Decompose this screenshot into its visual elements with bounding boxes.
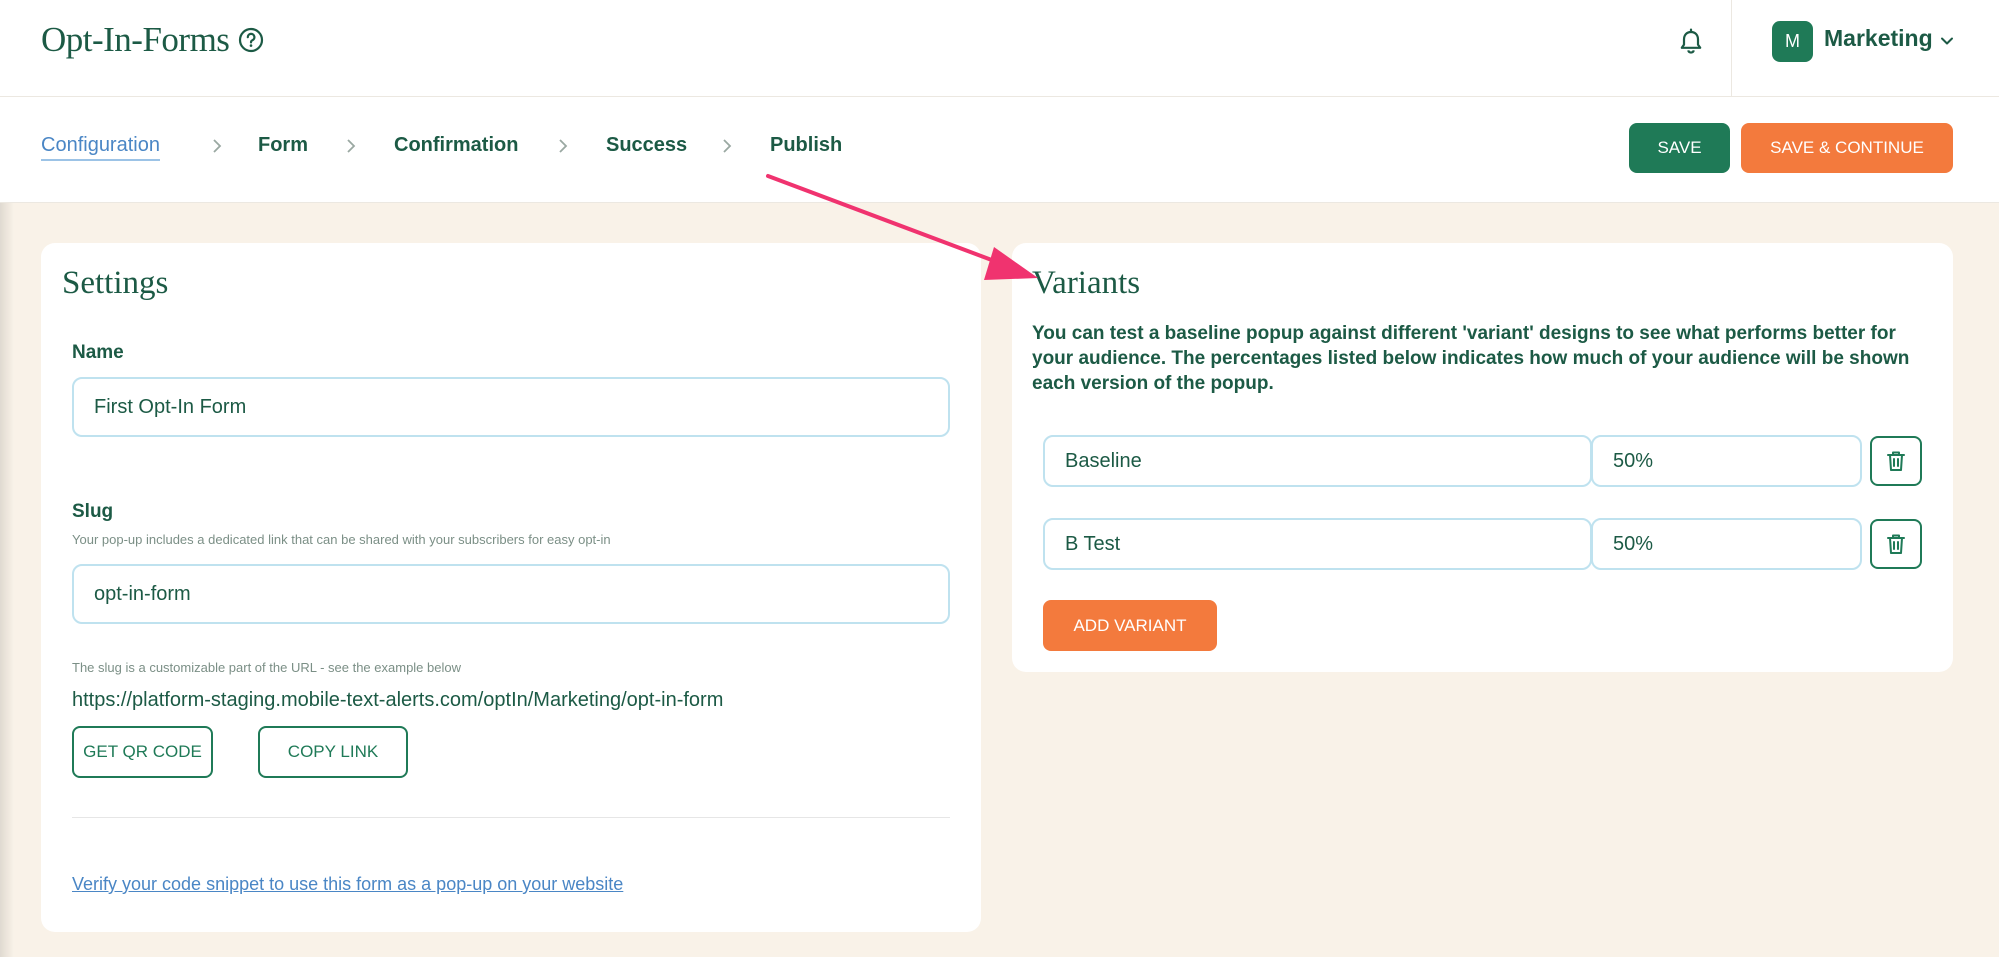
section-divider — [72, 817, 950, 818]
trash-icon — [1887, 534, 1905, 554]
slug-label: Slug — [72, 501, 114, 522]
variant-name-input[interactable]: B Test — [1043, 518, 1592, 570]
account-name[interactable]: Marketing — [1824, 25, 1933, 52]
avatar[interactable]: M — [1772, 21, 1813, 62]
header-divider — [1731, 0, 1732, 96]
verify-code-snippet-link[interactable]: Verify your code snippet to use this for… — [72, 874, 623, 895]
chevron-right-icon — [213, 139, 222, 153]
settings-title: Settings — [62, 265, 169, 301]
step-confirmation[interactable]: Confirmation — [394, 134, 518, 157]
variants-description: You can test a baseline popup against di… — [1032, 323, 1910, 394]
opt-in-url: https://platform-staging.mobile-text-ale… — [72, 689, 724, 711]
name-input[interactable]: First Opt-In Form — [72, 377, 950, 437]
top-header: Opt-In-Forms M Marketing — [0, 0, 1999, 97]
save-button[interactable]: SAVE — [1629, 123, 1730, 173]
step-form[interactable]: Form — [258, 134, 308, 157]
settings-card: Settings Name First Opt-In Form Slug You… — [41, 243, 981, 932]
variant-percent-input[interactable]: 50% — [1591, 435, 1862, 487]
copy-link-button[interactable]: COPY LINK — [258, 726, 408, 778]
steps-bar: Configuration Form Confirmation Success … — [0, 97, 1999, 203]
help-circle-icon[interactable] — [238, 27, 264, 53]
bell-icon[interactable] — [1676, 27, 1706, 57]
slug-note: The slug is a customizable part of the U… — [72, 660, 461, 675]
slug-input[interactable]: opt-in-form — [72, 564, 950, 624]
variant-name-input[interactable]: Baseline — [1043, 435, 1592, 487]
step-configuration[interactable]: Configuration — [41, 134, 160, 161]
variants-card: Variants You can test a baseline popup a… — [1012, 243, 1953, 672]
variants-title: Variants — [1032, 265, 1141, 301]
chevron-right-icon — [347, 139, 356, 153]
slug-hint: Your pop-up includes a dedicated link th… — [72, 532, 611, 547]
step-success[interactable]: Success — [606, 134, 687, 157]
add-variant-button[interactable]: ADD VARIANT — [1043, 600, 1217, 651]
name-label: Name — [72, 342, 124, 363]
delete-variant-button[interactable] — [1870, 519, 1922, 569]
chevron-down-icon[interactable] — [1940, 34, 1954, 48]
trash-icon — [1887, 451, 1905, 471]
get-qr-code-button[interactable]: GET QR CODE — [72, 726, 213, 778]
chevron-right-icon — [723, 139, 732, 153]
app-title: Opt-In-Forms — [41, 20, 230, 59]
variant-percent-input[interactable]: 50% — [1591, 518, 1862, 570]
chevron-right-icon — [559, 139, 568, 153]
save-and-continue-button[interactable]: SAVE & CONTINUE — [1741, 123, 1953, 173]
step-publish[interactable]: Publish — [770, 134, 842, 157]
delete-variant-button[interactable] — [1870, 436, 1922, 486]
